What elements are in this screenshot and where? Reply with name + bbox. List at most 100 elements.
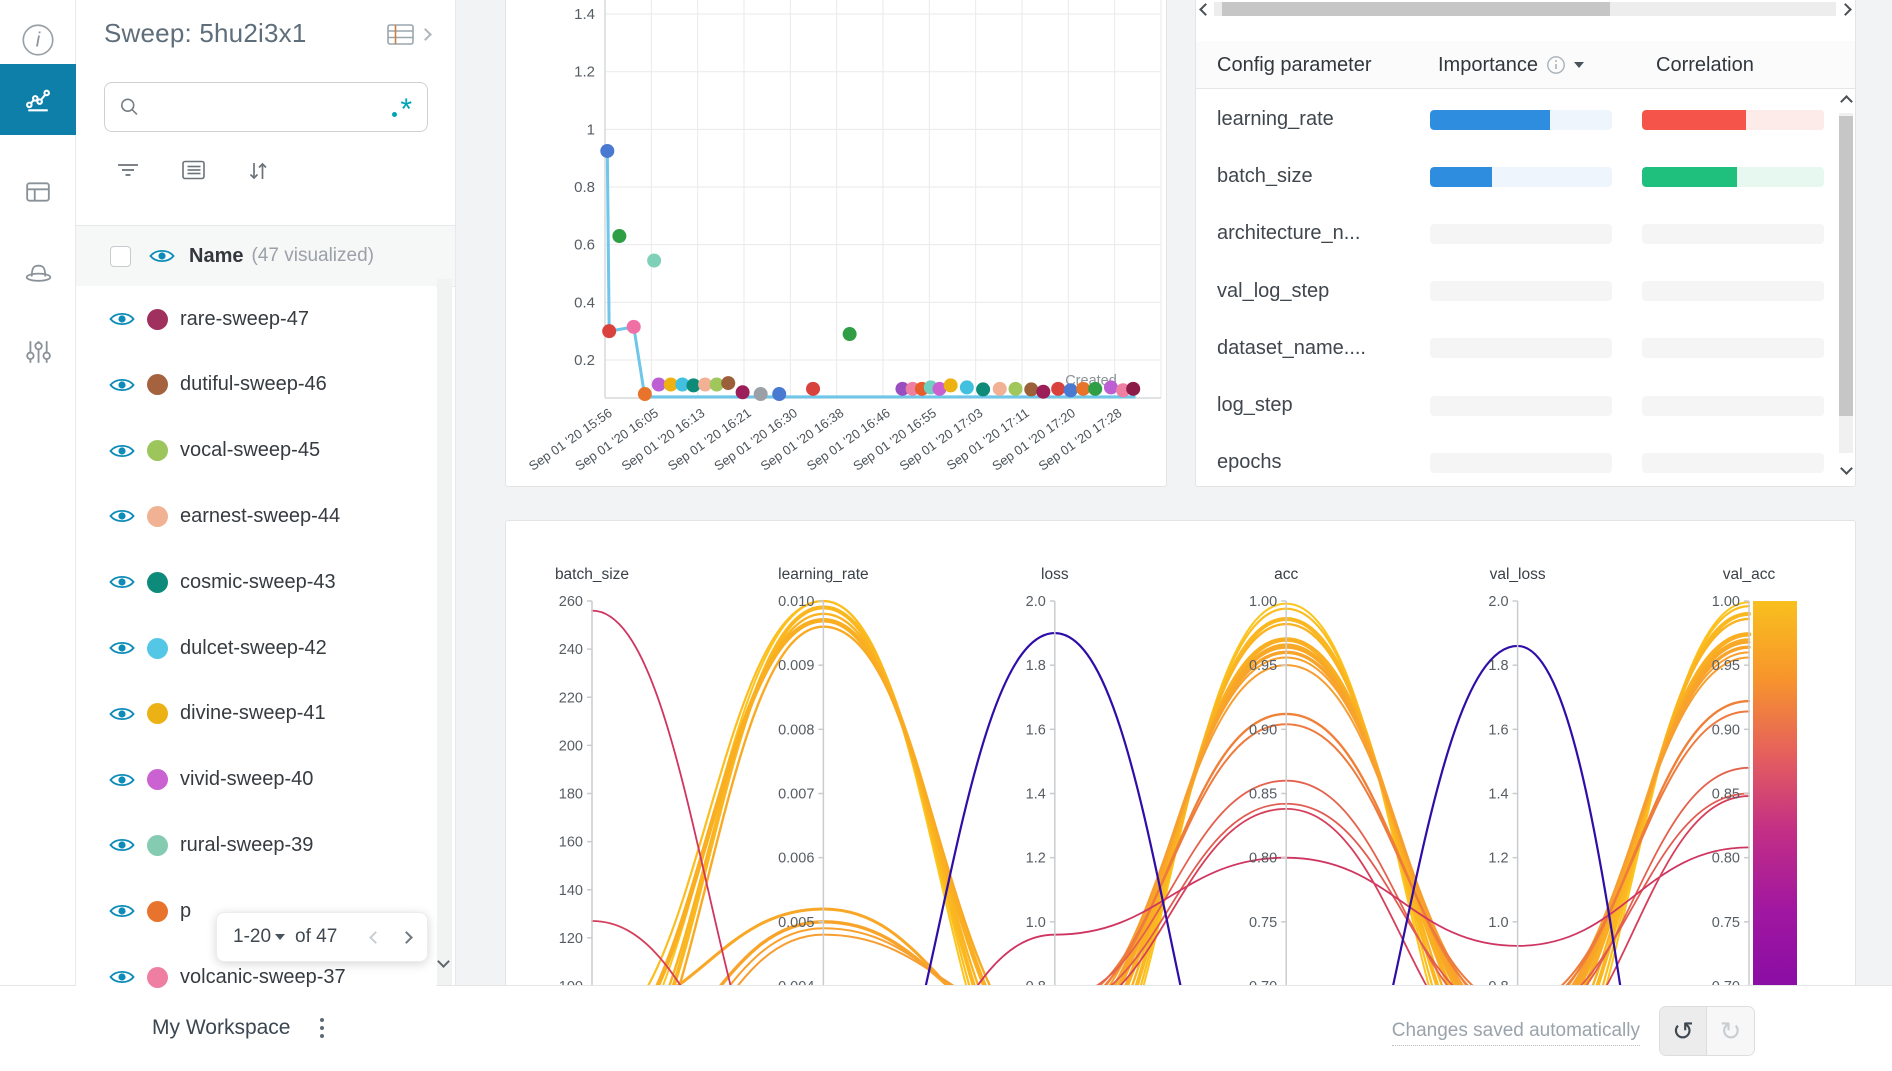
visibility-eye-icon[interactable] (109, 771, 135, 789)
scatter-point[interactable] (1036, 385, 1050, 399)
run-row[interactable]: dutiful-sweep-46 (76, 352, 436, 418)
visibility-all-eye-icon[interactable] (149, 247, 175, 265)
visibility-eye-icon[interactable] (109, 442, 135, 460)
page-size-caret-icon[interactable] (275, 934, 285, 940)
workspace-menu-kebab-icon[interactable] (314, 1016, 330, 1040)
scatter-point[interactable] (1126, 382, 1140, 396)
importance-row[interactable]: learning_rate (1196, 91, 1836, 148)
run-row[interactable]: vocal-sweep-45 (76, 418, 436, 484)
redo-button[interactable]: ↻ (1707, 1007, 1754, 1055)
importance-column-header[interactable]: Importance (1438, 41, 1584, 89)
sort-caret-icon[interactable] (1574, 62, 1584, 68)
scatter-point[interactable] (638, 387, 652, 401)
importance-row[interactable]: epochs (1196, 434, 1836, 491)
regex-toggle-icon[interactable]: * (392, 95, 413, 119)
columns-settings-button[interactable] (181, 158, 206, 182)
nav-item-controls[interactable] (0, 320, 76, 384)
scatter-point[interactable] (976, 382, 990, 396)
visibility-eye-icon[interactable] (109, 705, 135, 723)
run-parallel-line[interactable] (592, 794, 1749, 1005)
scatter-point[interactable] (600, 144, 614, 158)
expand-runs-table-button[interactable] (386, 22, 430, 47)
visibility-eye-icon[interactable] (109, 902, 135, 920)
scroll-up-icon[interactable] (1840, 95, 1853, 108)
run-name[interactable]: volcanic-sweep-37 (180, 966, 346, 989)
select-all-checkbox[interactable] (110, 246, 131, 267)
scroll-left-icon[interactable] (1199, 3, 1212, 16)
importance-row[interactable]: val_log_step (1196, 263, 1836, 320)
importance-row[interactable]: log_step (1196, 377, 1836, 434)
scatter-point[interactable] (772, 387, 786, 401)
scatter-point[interactable] (754, 387, 768, 401)
scroll-right-icon[interactable] (1839, 3, 1852, 16)
run-row[interactable]: rural-sweep-39 (76, 812, 436, 878)
run-name[interactable]: cosmic-sweep-43 (180, 571, 336, 594)
run-name[interactable]: earnest-sweep-44 (180, 505, 340, 528)
run-name[interactable]: rare-sweep-47 (180, 308, 309, 331)
importance-row[interactable]: dataset_name.... (1196, 320, 1836, 377)
importance-row[interactable]: architecture_n... (1196, 205, 1836, 262)
run-name[interactable]: vocal-sweep-45 (180, 439, 320, 462)
runs-scrollbar[interactable] (437, 279, 452, 985)
search-input[interactable] (150, 97, 382, 118)
run-parallel-line[interactable] (592, 601, 1749, 1004)
scatter-point[interactable] (1076, 382, 1090, 396)
nav-item-info[interactable]: i (0, 8, 76, 72)
run-parallel-line[interactable] (592, 627, 1749, 1004)
scatter-point[interactable] (736, 385, 750, 399)
scatter-point[interactable] (652, 378, 666, 392)
visibility-eye-icon[interactable] (109, 310, 135, 328)
scatter-point[interactable] (993, 382, 1007, 396)
run-parallel-line[interactable] (592, 620, 1749, 1004)
run-parallel-line[interactable] (592, 768, 1749, 1004)
run-name[interactable]: rural-sweep-39 (180, 834, 313, 857)
run-row[interactable]: dulcet-sweep-42 (76, 615, 436, 681)
importance-row[interactable]: batch_size (1196, 148, 1836, 205)
nav-item-table[interactable] (0, 160, 76, 224)
run-parallel-line[interactable] (592, 647, 1749, 1004)
run-name[interactable]: p (180, 900, 191, 923)
undo-button[interactable]: ↺ (1660, 1007, 1707, 1055)
run-name[interactable]: dutiful-sweep-46 (180, 373, 327, 396)
visibility-eye-icon[interactable] (109, 376, 135, 394)
next-page-button[interactable] (400, 931, 413, 944)
scatter-point[interactable] (1104, 380, 1118, 394)
filter-runs-button[interactable] (116, 158, 140, 182)
scatter-point[interactable] (647, 254, 661, 268)
visibility-eye-icon[interactable] (109, 968, 135, 986)
visibility-eye-icon[interactable] (109, 573, 135, 591)
run-parallel-line[interactable] (592, 657, 1749, 1004)
scatter-point[interactable] (1024, 382, 1038, 396)
run-name[interactable]: vivid-sweep-40 (180, 768, 313, 791)
run-row[interactable]: cosmic-sweep-43 (76, 549, 436, 615)
visibility-eye-icon[interactable] (109, 836, 135, 854)
sort-runs-button[interactable] (245, 158, 271, 184)
run-row[interactable]: rare-sweep-47 (76, 286, 436, 352)
scatter-point[interactable] (612, 229, 626, 243)
scatter-point[interactable] (806, 382, 820, 396)
run-row[interactable]: divine-sweep-41 (76, 681, 436, 747)
visibility-eye-icon[interactable] (109, 639, 135, 657)
run-parallel-line[interactable] (592, 652, 1749, 1004)
page-range-label[interactable]: 1-20 (233, 926, 271, 948)
scatter-point[interactable] (1088, 382, 1102, 396)
nav-item-sweep[interactable] (0, 240, 76, 304)
run-name[interactable]: divine-sweep-41 (180, 702, 326, 725)
scatter-point[interactable] (1051, 382, 1065, 396)
scatter-point[interactable] (602, 324, 616, 338)
scatter-point[interactable] (944, 378, 958, 392)
scatter-point[interactable] (721, 376, 735, 390)
run-parallel-line[interactable] (592, 601, 1749, 1004)
scatter-point[interactable] (960, 380, 974, 394)
run-row[interactable]: earnest-sweep-44 (76, 483, 436, 549)
scatter-point[interactable] (1009, 382, 1023, 396)
scroll-down-icon[interactable] (1840, 462, 1853, 475)
visibility-eye-icon[interactable] (109, 507, 135, 525)
hscroll-thumb[interactable] (1222, 2, 1610, 16)
nav-item-panels[interactable] (0, 64, 76, 135)
vscroll-thumb[interactable] (1839, 116, 1853, 416)
scatter-point[interactable] (1064, 383, 1078, 397)
scatter-point[interactable] (627, 320, 641, 334)
run-name[interactable]: dulcet-sweep-42 (180, 637, 327, 660)
prev-page-button[interactable] (369, 931, 382, 944)
